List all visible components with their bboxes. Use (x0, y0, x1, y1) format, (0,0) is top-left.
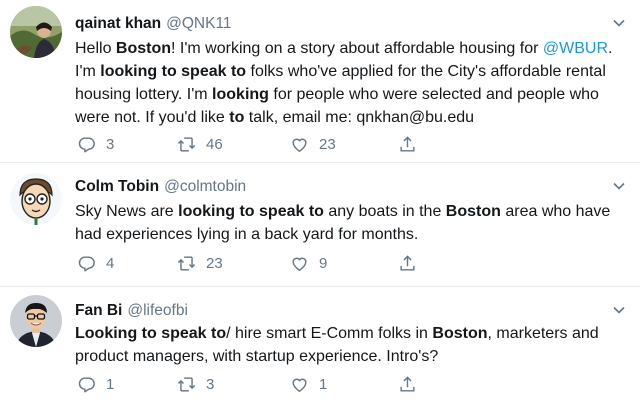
like-count: 1 (319, 375, 328, 393)
tweet-header: Fan Bi @lifeofbi (75, 301, 188, 321)
highlighted-text: Looking to speak to (75, 325, 227, 342)
reply-icon (77, 254, 96, 273)
display-name[interactable]: qainat khan (75, 15, 161, 32)
highlighted-text: looking to speak to (178, 203, 324, 220)
tweet-header: qainat khan @QNK11 (75, 14, 232, 34)
retweet-count: 3 (206, 375, 215, 393)
avatar[interactable] (10, 173, 62, 225)
text-segment: any boats in the (323, 203, 446, 220)
user-handle[interactable]: @lifeofbi (127, 302, 188, 319)
highlighted-text: to (229, 109, 245, 126)
retweet-icon (177, 254, 196, 273)
share-icon (398, 135, 417, 154)
retweet-count: 46 (206, 135, 223, 153)
display-name[interactable]: Fan Bi (75, 302, 122, 319)
tweet-text: Hello Boston! I'm working on a story abo… (75, 37, 631, 129)
like-count: 9 (319, 254, 328, 272)
reply-button[interactable]: 1 (77, 372, 114, 396)
retweet-icon (177, 375, 196, 394)
mention-link[interactable]: @WBUR (543, 40, 608, 57)
tweet[interactable]: qainat khan @QNK11 Hello Boston! I'm work… (0, 0, 640, 163)
reply-icon (77, 135, 96, 154)
highlighted-text: looking (212, 86, 269, 103)
text-segment: Hello (75, 40, 116, 57)
highlighted-text: looking to speak to (100, 63, 247, 80)
tweet-header: Colm Tobin @colmtobin (75, 177, 246, 197)
tweet-text: Sky News are looking to speak to any boa… (75, 200, 631, 246)
chevron-down-icon[interactable] (612, 16, 626, 30)
avatar[interactable] (10, 6, 62, 58)
reply-icon (77, 375, 96, 394)
like-button[interactable]: 23 (290, 132, 336, 156)
user-handle[interactable]: @QNK11 (166, 15, 231, 32)
share-button[interactable] (398, 251, 417, 275)
tweet-text: Looking to speak to/ hire smart E-Comm f… (75, 322, 631, 368)
retweet-button[interactable]: 23 (177, 251, 223, 275)
chevron-down-icon[interactable] (612, 179, 626, 193)
tweet[interactable]: Fan Bi @lifeofbi Looking to speak to/ hir… (0, 287, 640, 406)
retweet-button[interactable]: 3 (177, 372, 214, 396)
reply-button[interactable]: 4 (77, 251, 114, 275)
retweet-count: 23 (206, 254, 223, 272)
tweet-actions: 4 23 9 (75, 251, 435, 275)
tweet-actions: 1 3 1 (75, 372, 435, 396)
share-icon (398, 254, 417, 273)
like-count: 23 (319, 135, 336, 153)
tweet[interactable]: Colm Tobin @colmtobin Sky News are lookin… (0, 163, 640, 287)
like-button[interactable]: 1 (290, 372, 327, 396)
reply-button[interactable]: 3 (77, 132, 114, 156)
share-button[interactable] (398, 372, 417, 396)
reply-count: 1 (106, 375, 115, 393)
tweet-actions: 3 46 23 (75, 132, 435, 156)
user-handle[interactable]: @colmtobin (164, 178, 246, 195)
text-segment: talk, email me: qnkhan@bu.edu (244, 109, 475, 126)
text-segment: Sky News are (75, 203, 179, 220)
retweet-icon (177, 135, 196, 154)
chevron-down-icon[interactable] (612, 303, 626, 317)
share-button[interactable] (398, 132, 417, 156)
highlighted-text: Boston (432, 325, 488, 342)
heart-icon (290, 375, 309, 394)
highlighted-text: Boston (115, 40, 172, 57)
retweet-button[interactable]: 46 (177, 132, 223, 156)
text-segment: / hire smart E-Comm folks in (226, 325, 433, 342)
reply-count: 3 (106, 135, 115, 153)
share-icon (398, 375, 417, 394)
heart-icon (290, 135, 309, 154)
reply-count: 4 (106, 254, 115, 272)
display-name[interactable]: Colm Tobin (75, 178, 159, 195)
highlighted-text: Boston (445, 203, 501, 220)
heart-icon (290, 254, 309, 273)
text-segment: ! I'm working on a story about affordabl… (171, 40, 543, 57)
like-button[interactable]: 9 (290, 251, 327, 275)
avatar[interactable] (10, 295, 62, 347)
